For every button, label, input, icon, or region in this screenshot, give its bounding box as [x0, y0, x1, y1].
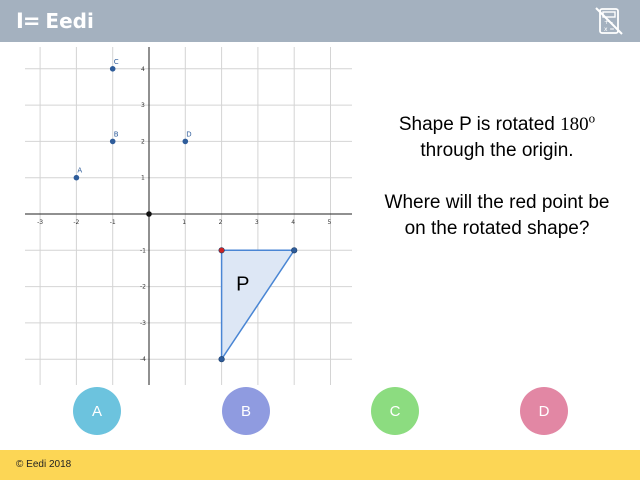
point-d [182, 138, 189, 145]
answer-c-label: C [389, 402, 401, 420]
answer-a-label: A [91, 402, 102, 420]
x-tick-label: 3 [255, 219, 259, 226]
degrees-value: 180 [560, 114, 589, 135]
header-bar: I= Eedi + - x = [0, 0, 640, 42]
x-tick-label: 1 [182, 219, 186, 226]
x-tick-label: 5 [328, 219, 332, 226]
y-tick-label: 4 [141, 66, 145, 73]
question-text: Shape P is rotated 180o through the orig… [372, 112, 622, 242]
origin-point [146, 211, 152, 217]
x-tick-label: 2 [219, 219, 223, 226]
copyright-text: © Eedi 2018 [16, 459, 72, 470]
question-line-3: Where will the red point be on the rotat… [384, 192, 610, 239]
axes [25, 47, 352, 385]
answer-b-button[interactable]: B [222, 387, 270, 435]
footer-bar: © Eedi 2018 [0, 450, 640, 480]
y-tick-label: -2 [140, 284, 146, 291]
y-tick-label: 3 [141, 102, 145, 109]
degree-symbol: o [588, 110, 596, 126]
grid-lines [25, 47, 352, 385]
shape-vertex [218, 356, 225, 363]
red-point [218, 247, 225, 254]
calculator-crossed-icon: + - x = [595, 7, 623, 35]
point-c [109, 66, 116, 72]
logo-mark: I= [16, 9, 40, 33]
question-line-1: Shape P is rotated 180o [398, 110, 596, 135]
y-tick-label: -1 [140, 247, 146, 254]
shape-vertex [291, 247, 298, 254]
logo-text: Eedi [45, 9, 94, 33]
answer-b-label: B [240, 402, 251, 420]
answer-d-label: D [538, 402, 550, 420]
svg-text:x =: x = [604, 26, 615, 33]
y-tick-label: -4 [140, 356, 146, 363]
answer-d-button[interactable]: D [520, 387, 568, 435]
point-label-a: A [77, 167, 82, 175]
x-tick-label: -3 [37, 219, 43, 226]
x-tick-label: 4 [291, 219, 295, 226]
point-label-b: B [114, 130, 119, 138]
coordinate-grid: -3 -2 -1 1 2 3 4 5 4 3 2 1 -1 -2 -3 -4 P A B C D [25, 47, 352, 385]
x-tick-label: -2 [73, 219, 79, 226]
point-label-c: C [114, 58, 119, 66]
tick-labels: -3 -2 -1 1 2 3 4 5 4 3 2 1 -1 -2 -3 -4 [37, 66, 331, 363]
answer-c-button[interactable]: C [371, 387, 419, 435]
point-label-d: D [186, 130, 191, 138]
shape-p-label: P [236, 274, 249, 296]
y-tick-label: 1 [141, 175, 145, 182]
eedi-logo[interactable]: I= Eedi [16, 8, 94, 34]
answer-a-button[interactable]: A [73, 387, 121, 435]
point-a [73, 174, 80, 181]
x-tick-label: -1 [110, 219, 116, 226]
y-tick-label: 2 [141, 138, 145, 145]
question-line-2: through the origin. [420, 140, 574, 161]
point-b [109, 138, 116, 145]
y-tick-label: -3 [140, 320, 146, 327]
